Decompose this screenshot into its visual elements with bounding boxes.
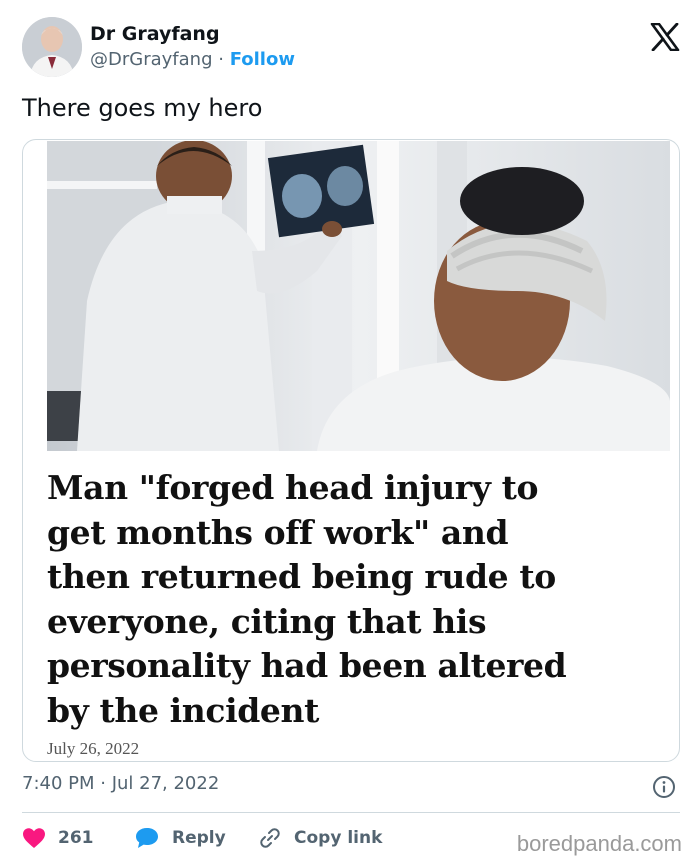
copy-link-label: Copy link [294, 828, 383, 848]
article-card[interactable]: Man "forged head injury to get months of… [22, 139, 680, 762]
reply-label: Reply [172, 828, 226, 848]
tweet-text: There goes my hero [22, 94, 263, 122]
link-icon [260, 828, 280, 848]
tweet-header: Dr Grayfang @DrGrayfang · Follow [22, 17, 682, 77]
like-count: 261 [58, 828, 94, 848]
copy-link-button[interactable]: Copy link [258, 824, 382, 852]
author-line: @DrGrayfang · Follow [90, 49, 295, 70]
headline-line: get months off work" and [47, 512, 509, 552]
headline-line: by the incident [47, 690, 319, 730]
heart-icon [23, 828, 45, 848]
like-button[interactable]: 261 [22, 824, 94, 852]
author-handle[interactable]: @DrGrayfang [90, 49, 213, 70]
speech-bubble-icon [136, 828, 158, 848]
divider [22, 812, 680, 813]
info-icon[interactable] [652, 775, 676, 799]
headline-line: everyone, citing that his [47, 601, 487, 641]
tweet-timestamp[interactable]: 7:40 PM · Jul 27, 2022 [22, 773, 219, 794]
article-photo [47, 141, 670, 451]
x-logo-icon[interactable] [650, 23, 680, 51]
reply-button[interactable]: Reply [134, 824, 226, 852]
headline-line: Man "forged head injury to [47, 468, 539, 507]
headline-line: then returned being rude to [47, 557, 556, 596]
author-name[interactable]: Dr Grayfang [90, 23, 220, 45]
watermark: boredpanda.com [516, 831, 682, 856]
headline-line: personality had been altered [47, 646, 567, 685]
follow-button[interactable]: Follow [230, 49, 295, 70]
avatar[interactable] [22, 17, 82, 77]
avatar-image [22, 17, 82, 77]
separator-dot: · [218, 49, 224, 70]
article-headline: Man "forged head injury to get months of… [47, 466, 667, 733]
article-date: July 26, 2022 [47, 739, 140, 758]
article-image [47, 141, 670, 451]
